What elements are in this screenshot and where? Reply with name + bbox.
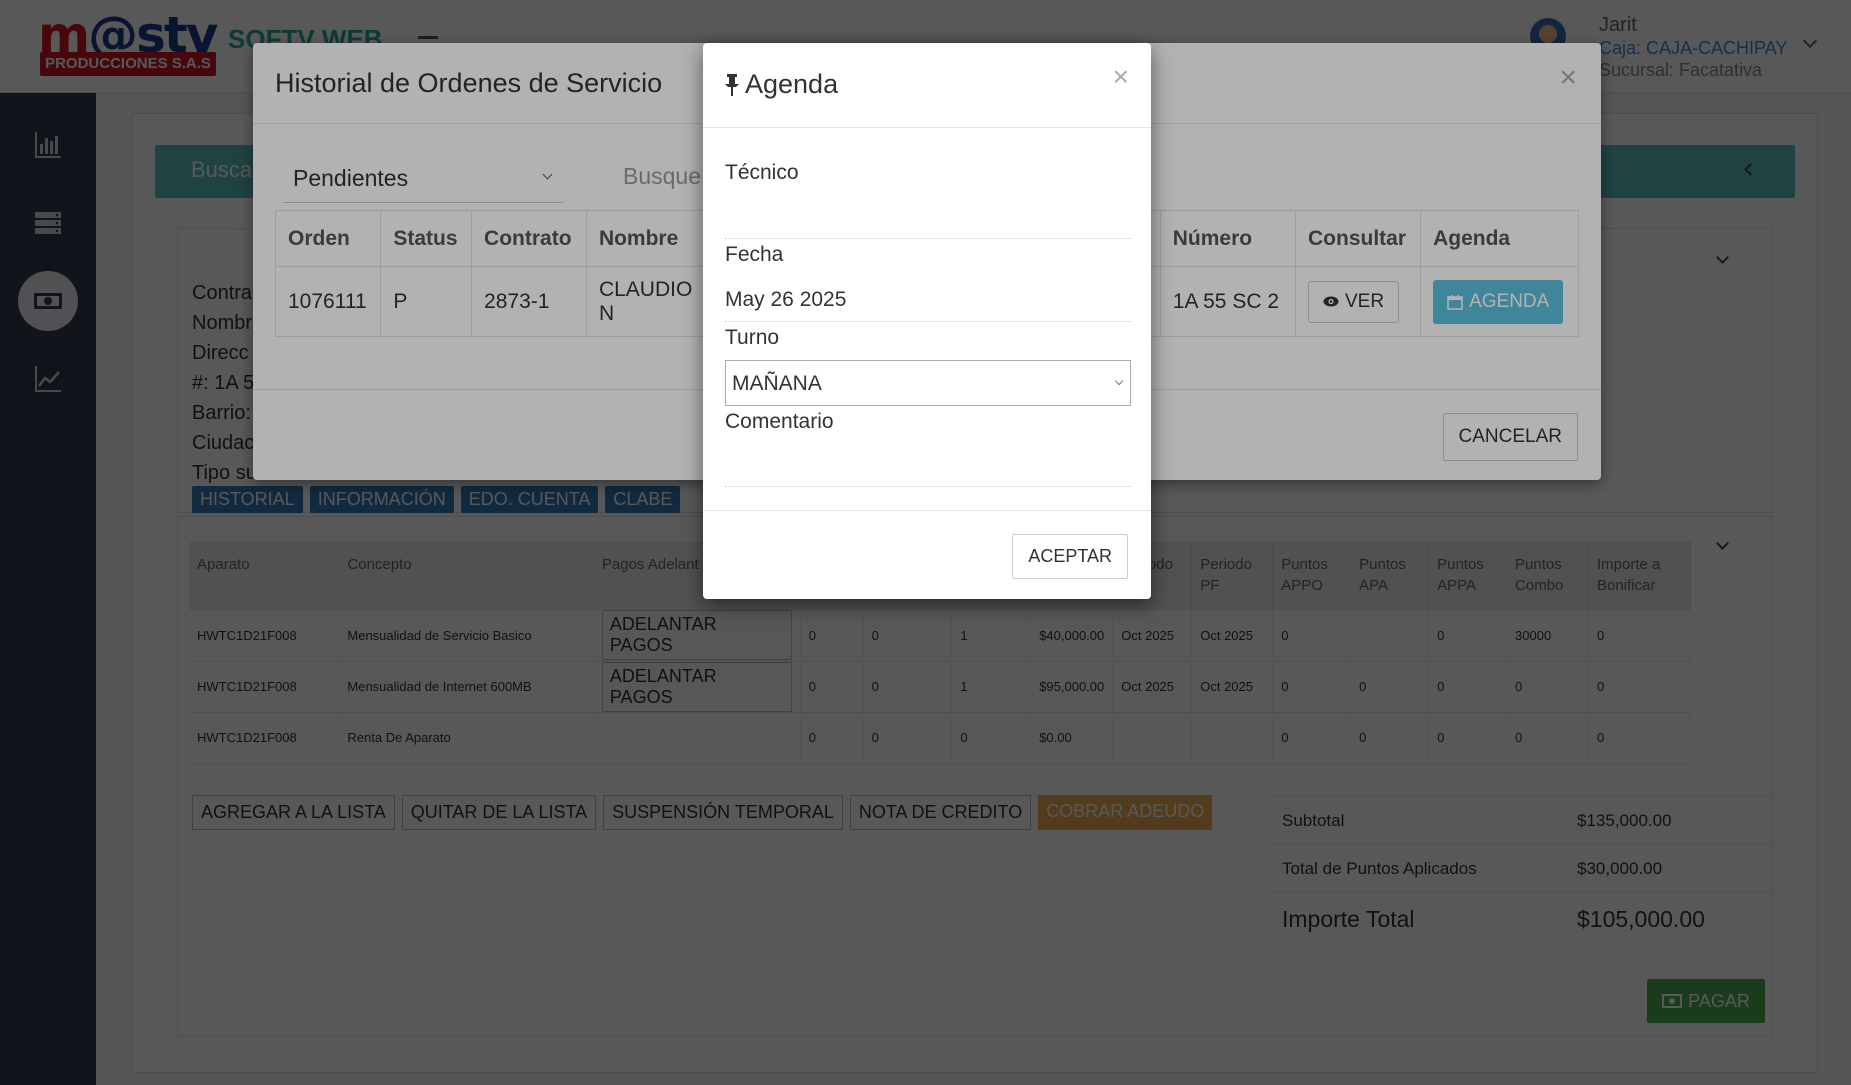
comentario-label: Comentario <box>725 410 834 433</box>
agenda-title-text: Agenda <box>745 69 839 99</box>
turno-value: MAÑANA <box>732 372 822 395</box>
agenda-title: Agenda <box>723 69 838 100</box>
close-icon[interactable]: × <box>1113 61 1129 93</box>
tecnico-underline <box>725 238 1131 239</box>
turno-select[interactable]: MAÑANA <box>725 360 1131 406</box>
agenda-modal: Agenda × Técnico Fecha May 26 2025 Turno… <box>703 43 1151 599</box>
chevron-down-icon <box>1114 376 1124 386</box>
fecha-field[interactable]: May 26 2025 <box>725 288 846 312</box>
comentario-underline <box>725 486 1131 487</box>
divider <box>703 127 1151 128</box>
divider <box>703 510 1151 511</box>
pin-icon <box>725 73 739 96</box>
accept-button[interactable]: ACEPTAR <box>1012 534 1128 579</box>
fecha-label: Fecha <box>725 243 784 266</box>
fecha-underline <box>725 321 1131 322</box>
turno-label: Turno <box>725 326 780 349</box>
tecnico-label: Técnico <box>725 161 799 184</box>
